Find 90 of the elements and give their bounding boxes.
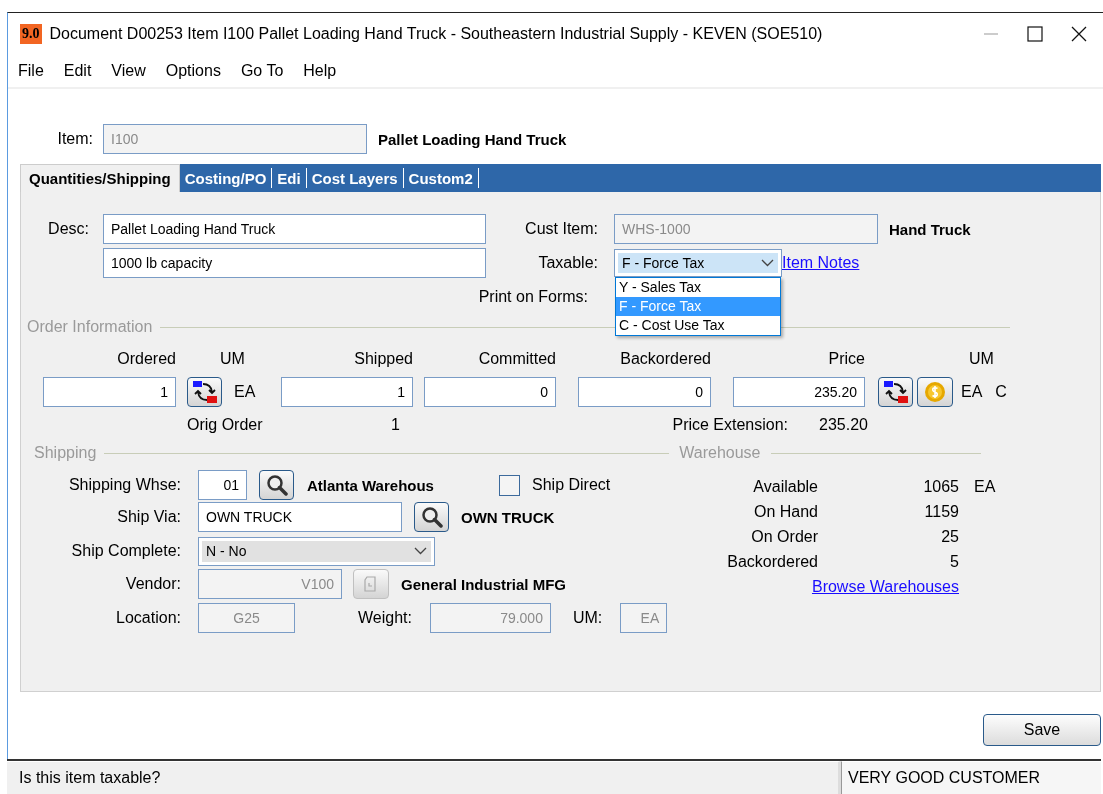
menu-item[interactable]: View — [111, 62, 146, 80]
menu-item[interactable]: Edit — [63, 62, 92, 80]
unit-convert-button[interactable] — [878, 377, 913, 407]
version-badge: 9.0 — [20, 24, 42, 44]
price-field[interactable]: 235.20 — [733, 377, 865, 407]
column-header: Backordered — [619, 350, 711, 368]
field-label: Ship Via: — [116, 508, 181, 526]
unit-convert-icon — [191, 380, 218, 404]
price-button[interactable] — [917, 377, 953, 407]
unit-text: EA — [961, 383, 983, 401]
stat-label: On Order — [750, 527, 818, 546]
field-label: Desc: — [47, 220, 89, 238]
browse-warehouses-link[interactable]: Browse Warehouses — [811, 577, 959, 595]
item-description: Pallet Loading Hand Truck — [378, 130, 567, 148]
section-title: Shipping — [34, 444, 97, 462]
lookup-icon — [363, 576, 379, 592]
field-label: Location: — [115, 609, 181, 627]
stat-label: Available — [752, 477, 818, 496]
field-label: UM: — [572, 609, 603, 627]
coin-icon — [924, 381, 946, 403]
ship-via-name: OWN TRUCK — [461, 508, 555, 526]
menu-item[interactable]: Help — [303, 62, 337, 80]
save-button[interactable]: Save — [983, 714, 1101, 746]
field-label: Vendor: — [124, 575, 181, 593]
tab[interactable]: Costing/PO — [179, 168, 273, 188]
window-title: Document D00253 Item I100 Pallet Loading Hand Truck - Southeastern Industrial Supply - KEVEN (SOE510) — [49, 25, 824, 43]
column-header: Committed — [477, 350, 556, 368]
field-label: Print on Forms: — [477, 288, 588, 306]
cust-item-description: Hand Truck — [889, 220, 971, 238]
field-label: Orig Order — [187, 416, 263, 434]
column-header: UM — [219, 350, 246, 368]
stat-label: Backordered — [726, 552, 818, 571]
search-button[interactable] — [259, 470, 294, 500]
unit-convert-icon — [882, 380, 909, 404]
field-label: Shipping Whse: — [67, 476, 181, 494]
unit-convert-button[interactable] — [187, 377, 222, 407]
vendor-name: General Industrial MFG — [401, 575, 567, 593]
menu-item[interactable]: File — [18, 62, 44, 80]
status-message: Is this item taxable? — [7, 761, 841, 794]
search-icon — [265, 474, 288, 496]
maximize-icon[interactable] — [1025, 24, 1045, 44]
tab[interactable]: Quantities/Shipping — [20, 164, 180, 192]
warehouse-name: Atlanta Warehous — [307, 476, 435, 494]
caret-icon — [761, 259, 774, 267]
column-header: Shipped — [353, 350, 413, 368]
field-label: Item: — [56, 130, 93, 148]
stat-value: 25 — [940, 527, 959, 546]
menu-item[interactable]: Go To — [240, 62, 284, 80]
column-header: UM — [968, 350, 995, 368]
price-code: C — [995, 383, 1007, 401]
stat-value: 5 — [949, 552, 959, 571]
orig-order-value: 1 — [391, 416, 400, 434]
section-title: Order Information — [27, 318, 153, 336]
field-label: Price Extension: — [672, 416, 789, 434]
shipped-field[interactable]: 1 — [281, 377, 413, 407]
ship-via-field[interactable]: OWN TRUCK — [198, 502, 402, 532]
search-button[interactable] — [414, 502, 449, 532]
tab[interactable]: Cost Layers — [306, 168, 404, 188]
field-label: Weight: — [358, 609, 412, 627]
item-notes-link[interactable]: Item Notes — [782, 254, 860, 272]
description-field[interactable]: 1000 lb capacity — [103, 248, 486, 278]
tab[interactable]: Edi — [272, 168, 307, 188]
unit-text: EA — [233, 383, 257, 401]
stat-value: 1159 — [923, 502, 959, 521]
dropdown-option[interactable]: C - Cost Use Tax — [616, 316, 780, 335]
checkbox-label: Ship Direct — [532, 476, 611, 494]
price-extension-value: 235.20 — [819, 416, 868, 434]
caret-icon — [414, 547, 427, 555]
dropdown-option[interactable]: Y - Sales Tax — [616, 278, 780, 297]
section-title: Warehouse — [679, 444, 761, 462]
ordered-field[interactable]: 1 — [43, 377, 176, 407]
backordered-field[interactable]: 0 — [578, 377, 711, 407]
unit-text: EA — [973, 477, 996, 496]
column-header: Ordered — [116, 350, 176, 368]
close-icon[interactable] — [1069, 24, 1089, 44]
column-header: Price — [827, 350, 865, 368]
checkbox[interactable] — [499, 474, 520, 496]
field-label: Ship Complete: — [70, 542, 181, 560]
tab[interactable]: Custom2 — [403, 168, 479, 188]
ship-complete-dropdown[interactable]: N - No — [198, 536, 435, 566]
field-label: Cust Item: — [524, 220, 598, 238]
menu-item[interactable]: Options — [165, 62, 221, 80]
committed-field[interactable]: 0 — [424, 377, 556, 407]
field-label: Taxable: — [537, 254, 598, 272]
customer-status: VERY GOOD CUSTOMER — [841, 761, 1101, 794]
description-field[interactable]: Pallet Loading Hand Truck — [103, 214, 486, 244]
warehouse-field[interactable]: 01 — [198, 470, 247, 500]
stat-label: On Hand — [752, 502, 818, 521]
search-icon — [420, 506, 443, 528]
stat-value: 1065 — [922, 477, 959, 496]
